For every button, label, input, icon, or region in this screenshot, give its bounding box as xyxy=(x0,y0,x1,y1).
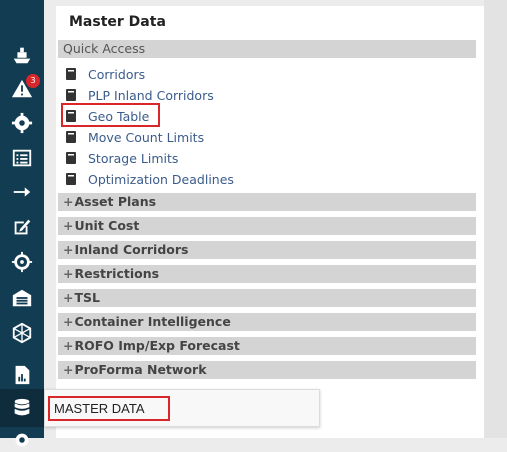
section-inland-corridors[interactable]: +Inland Corridors xyxy=(58,241,476,259)
alert-icon[interactable]: 3 xyxy=(9,74,40,101)
ship-icon[interactable] xyxy=(9,43,35,67)
sidebar-tooltip: MASTER DATA xyxy=(44,389,320,427)
arrow-right-icon[interactable] xyxy=(9,180,35,204)
geo-table-highlight xyxy=(61,103,160,127)
panel-title: Master Data xyxy=(69,14,166,30)
edit-icon[interactable] xyxy=(9,215,35,239)
section-asset-plans[interactable]: +Asset Plans xyxy=(58,193,476,211)
section-restrictions[interactable]: +Restrictions xyxy=(58,265,476,283)
book-icon xyxy=(66,173,76,185)
book-icon xyxy=(66,68,76,80)
crosshair-icon[interactable] xyxy=(9,250,35,274)
quick-link-corridors[interactable]: Corridors xyxy=(66,65,145,83)
network-icon[interactable] xyxy=(9,321,35,345)
section-container-intelligence[interactable]: +Container Intelligence xyxy=(58,313,476,331)
book-icon xyxy=(66,152,76,164)
settings-icon[interactable] xyxy=(9,428,35,452)
list-icon[interactable] xyxy=(9,146,35,170)
master-data-panel: Master Data Quick Access Corridors PLP I… xyxy=(56,6,484,438)
database-icon[interactable] xyxy=(9,396,35,420)
section-proforma-network[interactable]: +ProForma Network xyxy=(58,361,476,379)
quick-link-optimization-deadlines[interactable]: Optimization Deadlines xyxy=(66,170,234,188)
report-icon[interactable] xyxy=(9,363,35,387)
page-background-strip xyxy=(484,0,507,438)
alert-count-badge: 3 xyxy=(26,74,40,88)
book-icon xyxy=(66,131,76,143)
quick-link-move-count-limits[interactable]: Move Count Limits xyxy=(66,128,204,146)
section-tsl[interactable]: +TSL xyxy=(58,289,476,307)
sidebar: 3 xyxy=(0,0,44,447)
quick-link-storage-limits[interactable]: Storage Limits xyxy=(66,149,178,167)
master-data-highlight xyxy=(48,396,170,421)
warehouse-icon[interactable] xyxy=(9,286,35,310)
section-rofo-forecast[interactable]: +ROFO Imp/Exp Forecast xyxy=(58,337,476,355)
gear-icon[interactable] xyxy=(9,111,35,135)
book-icon xyxy=(66,89,76,101)
section-unit-cost[interactable]: +Unit Cost xyxy=(58,217,476,235)
quick-access-header: Quick Access xyxy=(58,40,476,58)
quick-link-plp-inland-corridors[interactable]: PLP Inland Corridors xyxy=(66,86,214,104)
